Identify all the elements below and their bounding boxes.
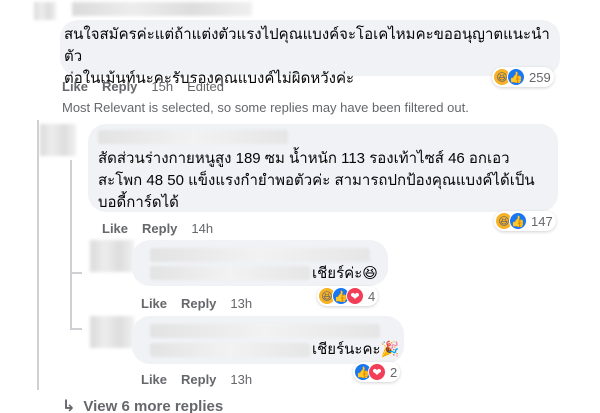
commenter-name-blurred[interactable] xyxy=(98,130,288,144)
reaction-count: 2 xyxy=(390,364,398,380)
comment-actions: Like Reply 13h xyxy=(141,372,266,387)
thread-branch xyxy=(70,328,82,330)
love-reaction-icon: ❤ xyxy=(368,363,386,381)
commenter-name-blurred[interactable] xyxy=(150,324,380,338)
comment-actions: Like Reply 13h xyxy=(141,296,266,311)
commenter-name-blurred[interactable] xyxy=(72,2,252,16)
avatar[interactable] xyxy=(90,240,134,272)
reaction-summary[interactable]: 👍 ❤ 2 xyxy=(353,362,401,382)
reply-button[interactable]: Reply xyxy=(102,79,137,94)
reaction-summary[interactable]: 😆 👍 ❤ 4 xyxy=(317,286,379,306)
timestamp[interactable]: 13h xyxy=(230,372,252,387)
comment-line: บอดี้การ์ดได้ xyxy=(98,194,179,211)
avatar[interactable] xyxy=(40,124,76,156)
like-button[interactable]: Like xyxy=(141,372,167,387)
comment-actions: Like Reply 15h Edited xyxy=(62,79,224,94)
comment-line: สัดส่วนร่างกายหนูสูง 189 ซม น้ำหนัก 113 … xyxy=(98,150,510,167)
like-button[interactable]: Like xyxy=(102,221,128,236)
reply-button[interactable]: Reply xyxy=(181,296,216,311)
timestamp[interactable]: 13h xyxy=(230,296,252,311)
like-button[interactable]: Like xyxy=(62,79,88,94)
thread-branch xyxy=(70,272,82,274)
reply-arrow-icon: ↳ xyxy=(62,398,76,413)
reply-button[interactable]: Reply xyxy=(181,372,216,387)
like-reaction-icon: 👍 xyxy=(509,212,527,230)
reaction-count: 259 xyxy=(529,69,551,85)
view-more-replies-label: View 6 more replies xyxy=(83,397,224,413)
comment-text-blurred xyxy=(150,266,310,280)
comment-actions: Like Reply 14h xyxy=(102,221,227,236)
reaction-summary[interactable]: 😆 👍 259 xyxy=(492,67,554,87)
filter-notice: Most Relevant is selected, so some repli… xyxy=(62,100,469,115)
like-button[interactable]: Like xyxy=(141,296,167,311)
avatar-top[interactable] xyxy=(34,2,56,20)
timestamp[interactable]: 14h xyxy=(191,221,213,236)
timestamp[interactable]: 15h xyxy=(151,79,173,94)
commenter-name-blurred[interactable] xyxy=(150,248,370,262)
like-reaction-icon: 👍 xyxy=(507,68,525,86)
thread-line xyxy=(70,160,72,330)
reply-button[interactable]: Reply xyxy=(142,221,177,236)
comment-line: สนใจสมัครค่ะแต่ถ้าแต่งตัวแรงไปคุณแบงค์จะ… xyxy=(64,26,550,65)
edited-label[interactable]: Edited xyxy=(187,79,224,94)
comment-text: เชียร์ค่ะ😆 xyxy=(312,265,378,282)
comment-text-blurred xyxy=(150,343,310,357)
thread-line xyxy=(37,120,39,390)
comment-line: สะโพก 48 50 แข็งแรงกำยำพอตัวค่ะ สามารถปก… xyxy=(98,172,535,189)
comment-text: เชียร์นะคะ🎉 xyxy=(312,341,400,358)
comment-text: สัดส่วนร่างกายหนูสูง 189 ซม น้ำหนัก 113 … xyxy=(98,148,553,214)
view-more-replies-button[interactable]: ↳ View 6 more replies xyxy=(62,396,223,413)
love-reaction-icon: ❤ xyxy=(346,287,364,305)
avatar[interactable] xyxy=(90,316,134,348)
reaction-count: 147 xyxy=(531,213,553,229)
reaction-count: 4 xyxy=(368,288,376,304)
reaction-summary[interactable]: 😆 👍 147 xyxy=(494,211,556,231)
